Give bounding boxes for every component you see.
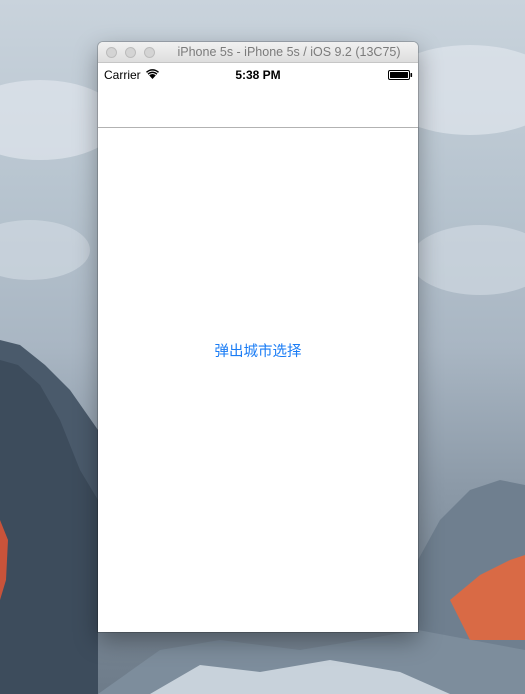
battery-icon bbox=[388, 70, 413, 80]
window-title: iPhone 5s - iPhone 5s / iOS 9.2 (13C75) bbox=[177, 45, 401, 59]
window-titlebar[interactable]: iPhone 5s - iPhone 5s / iOS 9.2 (13C75) bbox=[98, 42, 418, 63]
main-content: 弹出城市选择 bbox=[98, 128, 418, 632]
navigation-bar bbox=[98, 84, 418, 128]
show-city-picker-button[interactable]: 弹出城市选择 bbox=[188, 337, 328, 363]
simulator-window: iPhone 5s - iPhone 5s / iOS 9.2 (13C75) … bbox=[98, 42, 418, 632]
close-window-button[interactable] bbox=[106, 47, 117, 58]
desktop-background: iPhone 5s - iPhone 5s / iOS 9.2 (13C75) … bbox=[0, 0, 525, 694]
status-time: 5:38 PM bbox=[235, 68, 281, 82]
zoom-window-button[interactable] bbox=[144, 47, 155, 58]
minimize-window-button[interactable] bbox=[125, 47, 136, 58]
ios-status-bar: Carrier 5:38 PM bbox=[98, 64, 418, 84]
